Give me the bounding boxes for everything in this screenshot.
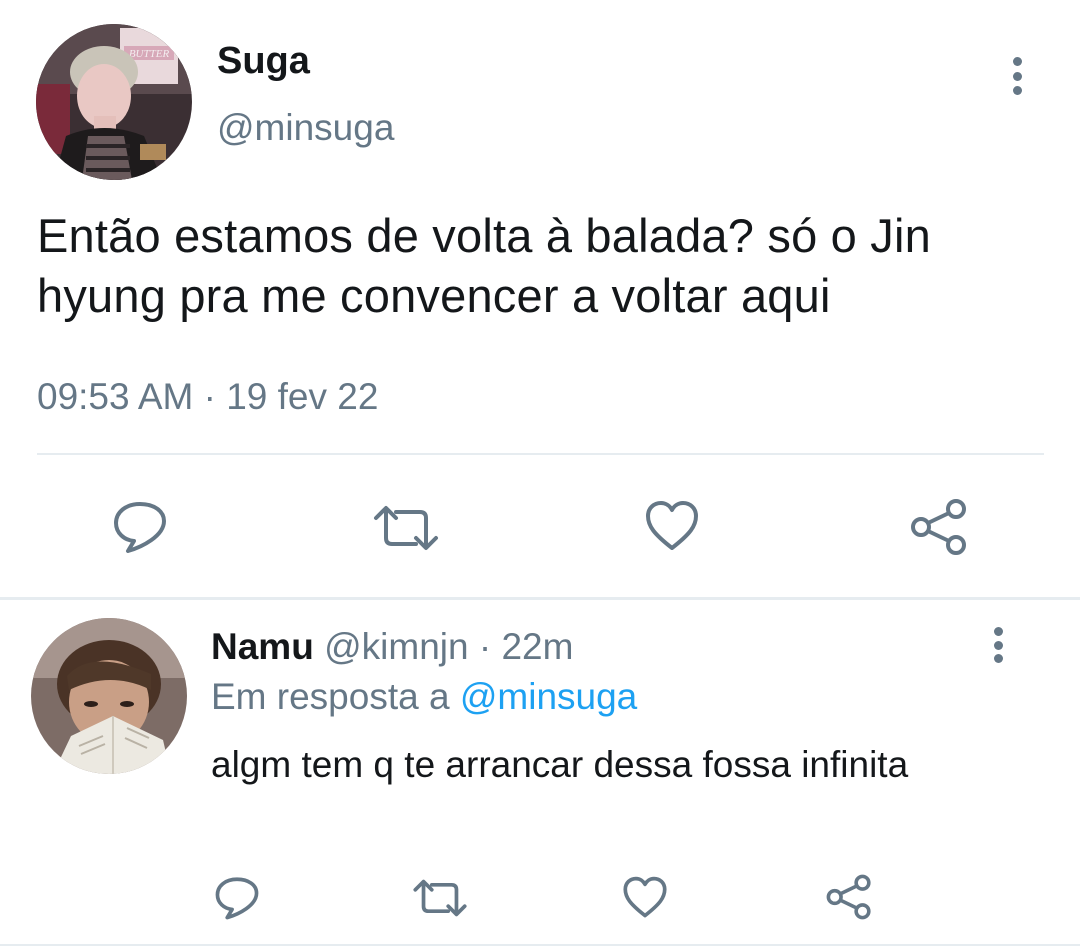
- author-name[interactable]: Suga: [217, 40, 310, 83]
- reply-author-handle[interactable]: @kimnjn: [324, 626, 468, 667]
- reply-text: algm tem q te arrancar dessa fossa infin…: [211, 744, 909, 785]
- divider: [0, 944, 1080, 946]
- avatar[interactable]: BUTTER: [36, 24, 192, 180]
- thread-separator: [0, 597, 1080, 600]
- reply-more-options-icon[interactable]: [988, 627, 1008, 663]
- reply-author-name[interactable]: Namu: [211, 626, 314, 667]
- tweet-thread: BUTTER Suga @minsuga Então estamos de vo…: [0, 0, 1080, 948]
- reply-icon[interactable]: [214, 876, 260, 920]
- svg-text:BUTTER: BUTTER: [129, 48, 170, 60]
- in-reply-to: Em resposta a @minsuga: [211, 676, 637, 718]
- tweet-actions: [0, 494, 1080, 558]
- in-reply-to-prefix: Em resposta a: [211, 676, 460, 717]
- reply-header: Namu @kimnjn · 22m: [211, 626, 573, 668]
- divider: [37, 453, 1044, 455]
- like-icon[interactable]: [622, 876, 668, 919]
- more-options-icon[interactable]: [1007, 57, 1027, 95]
- tweet-text: Então estamos de volta à balada? só o Ji…: [37, 209, 931, 322]
- reply-avatar[interactable]: [31, 618, 187, 774]
- meta-separator: ·: [468, 626, 502, 667]
- reply-avatar-photo: [31, 618, 187, 774]
- reply-actions: [0, 870, 1080, 920]
- retweet-icon[interactable]: [412, 878, 468, 918]
- author-handle[interactable]: @minsuga: [217, 107, 394, 149]
- in-reply-to-mention[interactable]: @minsuga: [460, 676, 637, 717]
- share-icon[interactable]: [910, 498, 968, 556]
- like-icon[interactable]: [644, 500, 700, 552]
- share-icon[interactable]: [826, 874, 872, 920]
- reply-icon[interactable]: [112, 500, 168, 554]
- tweet-timestamp: 09:53 AM · 19 fev 22: [37, 376, 379, 417]
- reply-time: 22m: [501, 626, 574, 667]
- retweet-icon[interactable]: [372, 504, 440, 552]
- avatar-photo: BUTTER: [36, 24, 192, 180]
